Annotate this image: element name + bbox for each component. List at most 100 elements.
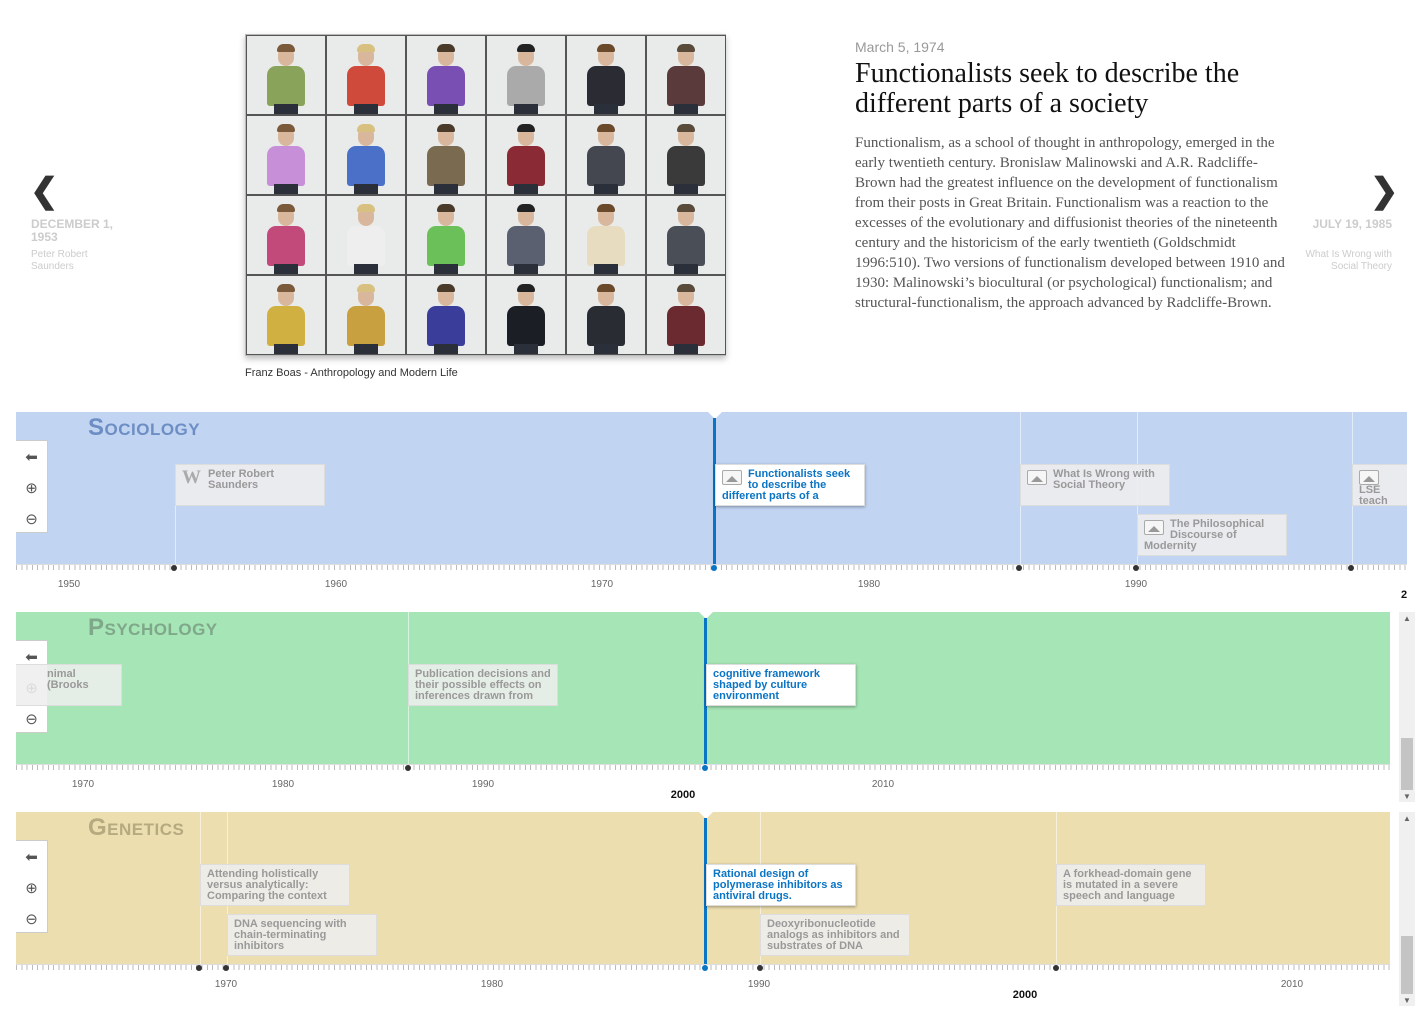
figure-legs <box>514 184 538 194</box>
figure-hair <box>277 284 295 292</box>
timeline-marker[interactable]: W Peter Robert Saunders <box>175 464 325 506</box>
timeline-marker[interactable]: The Philosophical Discourse of Modernity <box>1137 514 1287 556</box>
scroll-down-icon[interactable]: ▼ <box>1403 996 1411 1005</box>
figure-legs <box>674 184 698 194</box>
image-icon <box>1144 520 1164 535</box>
figure-hair <box>277 124 295 132</box>
back-icon[interactable]: ⬅ <box>16 441 47 472</box>
figure-shirt <box>587 226 625 266</box>
timeline-marker-active[interactable]: Functionalists seek to describe the diff… <box>715 464 865 506</box>
psychology-scrollbar[interactable]: ▲ ▼ <box>1399 612 1415 802</box>
figure-legs <box>354 264 378 274</box>
marker-dot <box>1133 565 1139 571</box>
figure-shirt <box>427 146 465 186</box>
figure-legs <box>594 344 618 354</box>
figure-legs <box>514 104 538 114</box>
figure-hair <box>597 284 615 292</box>
marker-dot-active <box>702 965 708 971</box>
timeline-marker-active[interactable]: cognitive framework shaped by culture en… <box>706 664 856 706</box>
timeline-marker-active[interactable]: Rational design of polymerase inhibitors… <box>706 864 856 906</box>
scrollbar-thumb[interactable] <box>1401 738 1413 790</box>
photo-cell <box>486 195 566 275</box>
scroll-up-icon[interactable]: ▲ <box>1403 814 1411 823</box>
figure-shirt <box>507 306 545 346</box>
previous-slide-icon[interactable]: ❮ <box>30 174 59 208</box>
figure-shirt <box>347 306 385 346</box>
scroll-up-icon[interactable]: ▲ <box>1403 614 1411 623</box>
zoom-out-icon[interactable]: ⊖ <box>16 703 47 734</box>
time-ruler[interactable]: 1950 1960 1970 1980 1990 200 <box>16 564 1407 601</box>
figure-shirt <box>667 146 705 186</box>
photo-cell <box>566 195 646 275</box>
prev-slide-date[interactable]: December 1, 1953 <box>31 218 121 244</box>
photo-cell <box>246 115 326 195</box>
photo-cell <box>566 35 646 115</box>
year-label-major: 200 <box>1401 589 1407 601</box>
image-icon <box>1027 470 1047 485</box>
timeline-marker[interactable]: Attending holistically versus analytical… <box>200 864 350 906</box>
marker-dot <box>1016 565 1022 571</box>
photo-cell <box>486 35 566 115</box>
next-slide-date[interactable]: July 19, 1985 <box>1310 218 1392 231</box>
timeline-marker[interactable]: What Is Wrong with Social Theory <box>1020 464 1170 506</box>
timeline-marker[interactable]: DNA sequencing with chain-terminating in… <box>227 914 377 956</box>
timeline-marker[interactable]: Deoxyribonucleotide analogs as inhibitor… <box>760 914 910 956</box>
timeline-title: Psychology <box>88 614 218 641</box>
zoom-out-icon[interactable]: ⊖ <box>16 503 47 534</box>
photo-cell <box>646 195 726 275</box>
timeline-marker[interactable]: A forkhead-domain gene is mutated in a s… <box>1056 864 1206 906</box>
figure-legs <box>354 104 378 114</box>
back-icon[interactable]: ⬅ <box>16 841 47 872</box>
figure-shirt <box>347 146 385 186</box>
year-label: 1980 <box>480 979 504 990</box>
marker-dot-active <box>702 765 708 771</box>
figure-shirt <box>347 226 385 266</box>
year-label-major: 2000 <box>1012 989 1038 1001</box>
figure-hair <box>677 204 695 212</box>
figure-legs <box>354 344 378 354</box>
scrollbar-thumb[interactable] <box>1401 936 1413 994</box>
photo-cell <box>326 275 406 355</box>
time-ruler[interactable]: 1970 1980 1990 2000 2010 <box>16 964 1390 1001</box>
psychology-timeline[interactable]: Psychology ⬅ ⊕ ⊖ nimal (Brooks Publicati… <box>16 612 1390 802</box>
timeline-title: Genetics <box>88 814 185 841</box>
scroll-down-icon[interactable]: ▼ <box>1403 792 1411 801</box>
slide-text: Functionalism, as a school of thought in… <box>855 135 1285 311</box>
figure-legs <box>594 104 618 114</box>
photo-cell <box>406 35 486 115</box>
slide-date: March 5, 1974 <box>855 39 945 55</box>
figure-hair <box>597 124 615 132</box>
slide-image-caption: Franz Boas - Anthropology and Modern Lif… <box>245 367 458 379</box>
figure-legs <box>514 344 538 354</box>
sociology-timeline[interactable]: Sociology ⬅ ⊕ ⊖ W Peter Robert Saunders F… <box>16 412 1407 602</box>
year-label: 1990 <box>747 979 771 990</box>
time-ruler[interactable]: 1970 1980 1990 2000 2010 <box>16 764 1390 801</box>
figure-shirt <box>267 226 305 266</box>
figure-hair <box>517 204 535 212</box>
marker-dot <box>405 765 411 771</box>
timeline-controls: ⬅ ⊕ ⊖ <box>16 440 48 533</box>
genetics-timeline[interactable]: Genetics ⬅ ⊕ ⊖ Attending holistically ve… <box>16 812 1390 1006</box>
photo-cell <box>486 115 566 195</box>
year-label: 1970 <box>214 979 238 990</box>
timeline-marker[interactable]: nimal (Brooks <box>16 664 122 706</box>
photo-cell <box>646 115 726 195</box>
figure-legs <box>274 184 298 194</box>
figure-shirt <box>267 146 305 186</box>
figure-legs <box>274 104 298 114</box>
genetics-scrollbar[interactable]: ▲ ▼ <box>1399 812 1415 1006</box>
figure-legs <box>594 264 618 274</box>
next-slide-title[interactable]: What Is Wrong with Social Theory <box>1300 249 1392 273</box>
zoom-out-icon[interactable]: ⊖ <box>16 903 47 934</box>
figure-shirt <box>347 66 385 106</box>
prev-slide-title[interactable]: Peter Robert Saunders <box>31 249 121 273</box>
slide-title: Functionalists seek to describe the diff… <box>855 58 1240 119</box>
zoom-in-icon[interactable]: ⊕ <box>16 472 47 503</box>
timeline-marker[interactable]: Publication decisions and their possible… <box>408 664 558 706</box>
figure-legs <box>434 344 458 354</box>
timeline-band[interactable] <box>16 612 1390 764</box>
timeline-marker[interactable]: LSE teach soci <box>1352 464 1407 506</box>
zoom-in-icon[interactable]: ⊕ <box>16 872 47 903</box>
next-slide-icon[interactable]: ❯ <box>1370 174 1399 208</box>
figure-shirt <box>427 66 465 106</box>
